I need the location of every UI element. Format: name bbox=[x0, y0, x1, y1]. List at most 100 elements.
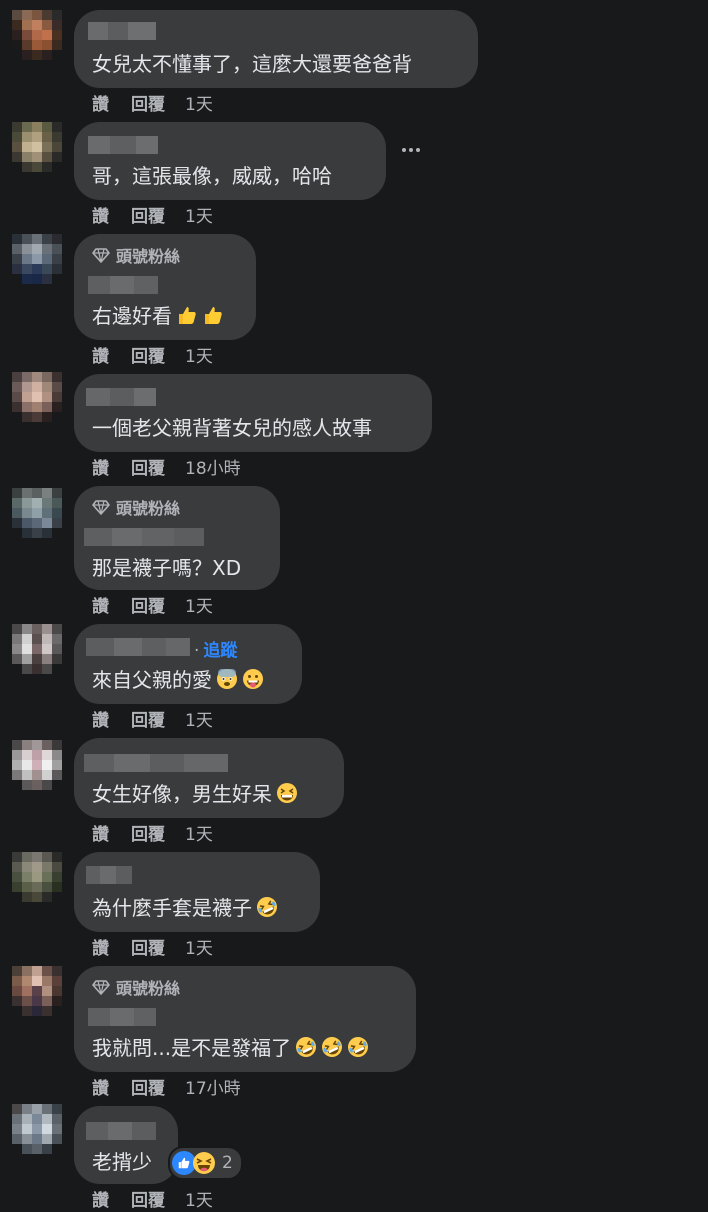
avatar[interactable] bbox=[12, 1104, 62, 1154]
comment-time[interactable]: 1天 bbox=[185, 592, 213, 617]
commenter-name[interactable] bbox=[88, 276, 158, 294]
reply-button[interactable]: 回覆 bbox=[131, 90, 165, 115]
rofl-emoji bbox=[348, 1036, 369, 1057]
thumbs-up-emoji bbox=[179, 306, 196, 324]
avatar[interactable] bbox=[12, 624, 62, 674]
like-button[interactable]: 讚 bbox=[92, 90, 109, 115]
commenter-name[interactable] bbox=[88, 22, 156, 40]
comment-actions: 讚 回覆 1天 bbox=[92, 820, 235, 845]
rofl-emoji bbox=[322, 1036, 343, 1057]
anxious-face-emoji bbox=[217, 668, 237, 689]
comment-bubble: 女兒太不懂事了，這麼大還要爸爸背 bbox=[74, 10, 478, 88]
comment-bubble: 頭號粉絲 右邊好看 bbox=[74, 234, 256, 340]
comment-bubble: 一個老父親背著女兒的感人故事 bbox=[74, 374, 432, 452]
comment-actions: 讚 回覆 1天 bbox=[92, 934, 235, 959]
comment-time[interactable]: 1天 bbox=[185, 706, 213, 731]
comment-time[interactable]: 1天 bbox=[185, 934, 213, 959]
comment-time[interactable]: 17小時 bbox=[185, 1074, 241, 1099]
commenter-name[interactable] bbox=[86, 1122, 156, 1140]
top-fan-badge[interactable]: 頭號粉絲 bbox=[92, 244, 180, 266]
reply-button[interactable]: 回覆 bbox=[131, 1074, 165, 1099]
diamond-icon bbox=[92, 980, 110, 995]
comment-bubble: · 追蹤 來自父親的愛 bbox=[74, 624, 302, 704]
comment-bubble: 老揹少 bbox=[74, 1106, 178, 1184]
comment-text: 哥，這張最像，威威，哈哈 bbox=[92, 164, 332, 188]
commenter-name[interactable] bbox=[86, 866, 132, 884]
like-button[interactable]: 讚 bbox=[92, 454, 109, 479]
comment-bubble: 哥，這張最像，威威，哈哈 bbox=[74, 122, 386, 200]
comment-bubble: 頭號粉絲 那是襪子嗎？XD bbox=[74, 486, 280, 590]
comment-actions: 讚 回覆 1天 bbox=[92, 592, 235, 617]
comment-actions: 讚 回覆 1天 bbox=[92, 1186, 235, 1211]
comment-text: 老揹少 bbox=[92, 1150, 152, 1174]
grinning-squint-emoji bbox=[277, 782, 297, 803]
comment-actions: 讚 回覆 1天 bbox=[92, 90, 235, 115]
like-button[interactable]: 讚 bbox=[92, 934, 109, 959]
comment-text: 一個老父親背著女兒的感人故事 bbox=[92, 416, 372, 440]
reply-button[interactable]: 回覆 bbox=[131, 706, 165, 731]
diamond-icon bbox=[92, 500, 110, 515]
reply-button[interactable]: 回覆 bbox=[131, 1186, 165, 1211]
top-fan-badge[interactable]: 頭號粉絲 bbox=[92, 976, 180, 998]
reply-button[interactable]: 回覆 bbox=[131, 592, 165, 617]
like-button[interactable]: 讚 bbox=[92, 1186, 109, 1211]
haha-reaction-icon bbox=[192, 1151, 216, 1175]
comment-time[interactable]: 18小時 bbox=[185, 454, 241, 479]
avatar[interactable] bbox=[12, 852, 62, 902]
diamond-icon bbox=[92, 248, 110, 263]
comment-actions: 讚 回覆 1天 bbox=[92, 342, 235, 367]
like-button[interactable]: 讚 bbox=[92, 820, 109, 845]
commenter-name[interactable] bbox=[84, 528, 204, 546]
comment-text: 為什麼手套是襪子 bbox=[92, 892, 278, 921]
comment-actions: 讚 回覆 1天 bbox=[92, 202, 235, 227]
commenter-name[interactable] bbox=[88, 136, 158, 154]
like-button[interactable]: 讚 bbox=[92, 202, 109, 227]
reaction-summary[interactable]: 2 bbox=[168, 1146, 243, 1180]
avatar[interactable] bbox=[12, 122, 62, 172]
like-button[interactable]: 讚 bbox=[92, 342, 109, 367]
reply-button[interactable]: 回覆 bbox=[131, 820, 165, 845]
avatar[interactable] bbox=[12, 234, 62, 284]
comment-time[interactable]: 1天 bbox=[185, 202, 213, 227]
comment-text: 我就問...是不是發福了 bbox=[92, 1032, 369, 1061]
comment-time[interactable]: 1天 bbox=[185, 1186, 213, 1211]
commenter-name[interactable] bbox=[86, 388, 156, 406]
reaction-count: 2 bbox=[222, 1153, 233, 1173]
avatar[interactable] bbox=[12, 488, 62, 538]
avatar[interactable] bbox=[12, 966, 62, 1016]
like-button[interactable]: 讚 bbox=[92, 592, 109, 617]
like-button[interactable]: 讚 bbox=[92, 706, 109, 731]
comment-actions: 讚 回覆 1天 bbox=[92, 706, 235, 731]
comment-time[interactable]: 1天 bbox=[185, 820, 213, 845]
comment-time[interactable]: 1天 bbox=[185, 90, 213, 115]
reply-button[interactable]: 回覆 bbox=[131, 454, 165, 479]
like-button[interactable]: 讚 bbox=[92, 1074, 109, 1099]
comment-actions: 讚 回覆 17小時 bbox=[92, 1074, 263, 1099]
thumbs-up-emoji bbox=[205, 306, 222, 324]
commenter-name[interactable] bbox=[84, 754, 228, 772]
comment-text: 來自父親的愛 bbox=[92, 664, 264, 693]
comment-text: 女兒太不懂事了，這麼大還要爸爸背 bbox=[92, 52, 412, 76]
comment-bubble: 女生好像，男生好呆 bbox=[74, 738, 344, 818]
reply-button[interactable]: 回覆 bbox=[131, 934, 165, 959]
avatar[interactable] bbox=[12, 740, 62, 790]
comment-text: 女生好像，男生好呆 bbox=[92, 778, 298, 807]
comment-time[interactable]: 1天 bbox=[185, 342, 213, 367]
follow-link[interactable]: · 追蹤 bbox=[194, 636, 237, 661]
reply-button[interactable]: 回覆 bbox=[131, 202, 165, 227]
more-options-icon[interactable] bbox=[402, 148, 420, 152]
avatar[interactable] bbox=[12, 10, 62, 60]
comment-actions: 讚 回覆 18小時 bbox=[92, 454, 263, 479]
comment-text: 右邊好看 bbox=[92, 300, 224, 329]
comment-bubble: 為什麼手套是襪子 bbox=[74, 852, 320, 932]
commenter-name[interactable] bbox=[86, 638, 190, 656]
avatar[interactable] bbox=[12, 372, 62, 422]
rofl-emoji bbox=[257, 896, 277, 917]
commenter-name[interactable] bbox=[88, 1008, 156, 1026]
comment-text: 那是襪子嗎？XD bbox=[92, 556, 242, 580]
comment-bubble: 頭號粉絲 我就問...是不是發福了 bbox=[74, 966, 416, 1072]
reply-button[interactable]: 回覆 bbox=[131, 342, 165, 367]
rofl-emoji bbox=[296, 1036, 317, 1057]
tongue-emoji bbox=[243, 668, 263, 689]
top-fan-badge[interactable]: 頭號粉絲 bbox=[92, 496, 180, 518]
